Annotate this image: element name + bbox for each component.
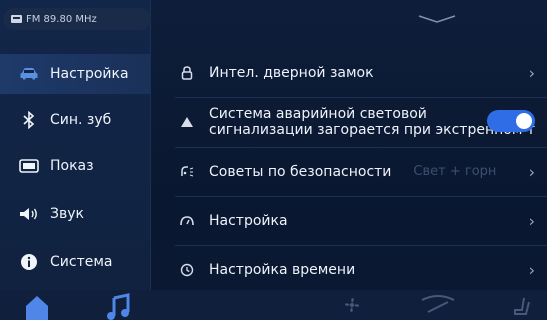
fan-icon[interactable] (344, 297, 360, 317)
row-label: Настройка времени (209, 261, 356, 278)
bottom-dock (0, 290, 547, 320)
sidebar-item-sound[interactable]: Звук (0, 194, 150, 234)
sidebar-item-label: Система (50, 254, 113, 270)
wiper-icon[interactable] (420, 294, 456, 320)
bluetooth-icon (18, 111, 40, 129)
home-icon[interactable] (24, 292, 50, 320)
sidebar-item-system[interactable]: Система (0, 242, 150, 282)
row-hint-value: Свет + горн (413, 164, 497, 179)
radio-icon (11, 15, 22, 23)
row-label: Настройка (209, 212, 288, 229)
warning-icon (175, 115, 199, 129)
sidebar-item-label: Син. зуб (50, 112, 112, 128)
row-label: Интел. дверной замок (209, 64, 374, 81)
row-time-settings[interactable]: Настройка времени › (175, 245, 547, 294)
infotainment-screen: FM 89.80 MHz Настройка Син. зуб Показ Зв… (0, 0, 547, 320)
sidebar-item-display[interactable]: Показ (0, 146, 150, 186)
toggle-knob (516, 113, 532, 129)
safety-tips-icon (175, 164, 199, 180)
sidebar-item-settings[interactable]: Настройка (0, 54, 150, 94)
gauge-icon (175, 214, 199, 228)
lock-icon (175, 65, 199, 81)
row-label-line2: сигнализации загорается при экстренном т (209, 122, 535, 138)
clock-icon (175, 263, 199, 277)
sidebar-item-bluetooth[interactable]: Син. зуб (0, 100, 150, 140)
car-icon (18, 65, 40, 83)
info-icon (18, 253, 40, 271)
row-label: Советы по безопасности (209, 163, 392, 180)
display-icon (18, 157, 40, 175)
chevron-right-icon: › (528, 211, 535, 230)
chevron-right-icon: › (528, 260, 535, 279)
music-icon[interactable] (106, 292, 132, 320)
row-smart-door-lock[interactable]: Интел. дверной замок › (175, 48, 547, 97)
row-safety-tips[interactable]: Советы по безопасности Свет + горн › (175, 147, 547, 196)
radio-status-pill[interactable]: FM 89.80 MHz (3, 8, 151, 30)
sidebar-item-label: Настройка (50, 66, 129, 82)
sidebar-item-label: Показ (50, 158, 94, 174)
chevron-right-icon: › (528, 63, 535, 82)
radio-label: FM 89.80 MHz (26, 13, 97, 25)
hazard-lights-toggle[interactable] (487, 110, 535, 132)
pull-down-handle[interactable] (415, 10, 459, 23)
chevron-right-icon: › (528, 162, 535, 181)
sidebar-item-label: Звук (50, 206, 84, 222)
row-label-line1: Система аварийной световой (209, 106, 427, 122)
row-settings[interactable]: Настройка › (175, 196, 547, 245)
seat-icon[interactable] (512, 296, 532, 320)
sidebar-divider (150, 0, 151, 290)
speaker-icon (18, 205, 40, 223)
